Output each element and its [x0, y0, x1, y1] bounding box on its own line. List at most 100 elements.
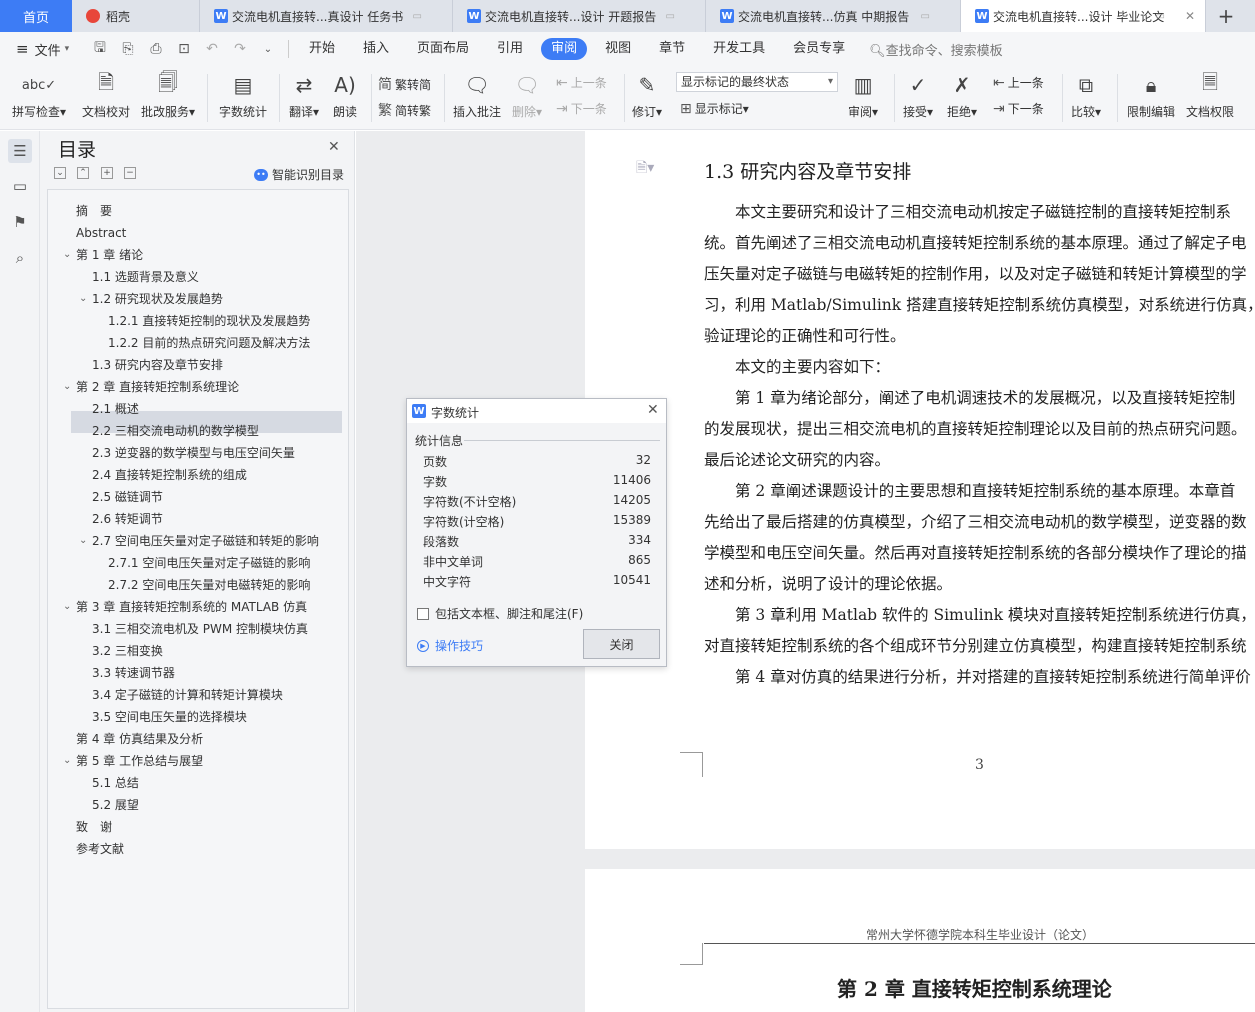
toc-icon[interactable]: ☰	[8, 139, 32, 163]
menu-view[interactable]: 视图	[591, 38, 645, 60]
chevron-down-icon[interactable]: ⌄	[63, 750, 71, 772]
delete-comment-button[interactable]: 🗨 删除▾	[512, 70, 542, 120]
doc-permission-button[interactable]: 🗏 文档权限	[1186, 70, 1234, 120]
restrict-editing-button[interactable]: 🔒︎ 限制编辑	[1127, 70, 1175, 120]
toc-item[interactable]: 1.1 选题背景及意义	[92, 266, 199, 288]
collapse-all-icon[interactable]: ⌃	[77, 167, 89, 179]
review-pane-button[interactable]: ▥ 审阅▾	[848, 70, 878, 120]
compare-button[interactable]: ⧉ 比较▾	[1071, 70, 1101, 120]
menu-references[interactable]: 引用	[483, 38, 537, 60]
doc-check-button[interactable]: 🗎 文档校对	[82, 70, 130, 120]
translate-button[interactable]: ⇄ 翻译▾	[289, 70, 319, 120]
chevron-down-icon[interactable]: ⌄	[79, 288, 87, 310]
file-menu[interactable]: ≡ 文件 ▾	[0, 40, 86, 59]
tab-document-task[interactable]: W 交流电机直接转...真设计 任务书 ▭	[200, 0, 453, 32]
toc-item[interactable]: 2.6 转矩调节	[92, 508, 163, 530]
next-comment-button[interactable]: ⇥ 下一条	[556, 100, 607, 117]
print-preview-icon[interactable]: ⊡	[175, 40, 193, 58]
next-change-button[interactable]: ⇥ 下一条	[993, 100, 1044, 117]
undo-icon[interactable]: ↶	[203, 40, 221, 58]
toc-item[interactable]: 3.3 转速调节器	[92, 662, 175, 684]
toc-item[interactable]: 3.1 三相交流电机及 PWM 控制模块仿真	[92, 618, 308, 640]
menu-chapter[interactable]: 章节	[645, 38, 699, 60]
toc-item[interactable]: 5.1 总结	[92, 772, 139, 794]
menu-developer[interactable]: 开发工具	[699, 38, 779, 60]
chevron-down-icon[interactable]: ⌄	[63, 596, 71, 618]
chevron-down-icon[interactable]: ⌄	[79, 530, 87, 552]
add-tab-button[interactable]: +	[1206, 0, 1246, 32]
menu-review[interactable]: 审阅	[541, 38, 588, 60]
close-icon[interactable]: ✕	[328, 139, 340, 155]
nav-pane-icon[interactable]: ▭	[8, 174, 32, 198]
search-icon[interactable]: ⌕	[8, 246, 32, 270]
toc-item[interactable]: ⌄ 第 3 章 直接转矩控制系统的 MATLAB 仿真	[63, 596, 307, 618]
menu-insert[interactable]: 插入	[349, 38, 403, 60]
toc-item[interactable]: 2.7.2 空间电压矢量对电磁转矩的影响	[108, 574, 310, 596]
toc-item[interactable]: 3.5 空间电压矢量的选择模块	[92, 706, 247, 728]
smart-toc-button[interactable]: •• 智能识别目录	[254, 166, 344, 183]
toc-item[interactable]: 1.2.2 目前的热点研究问题及解决方法	[108, 332, 310, 354]
remove-heading-icon[interactable]: −	[124, 167, 136, 179]
toc-item[interactable]: 3.2 三相变换	[92, 640, 163, 662]
prev-comment-button[interactable]: ⇤ 上一条	[556, 74, 607, 91]
accept-button[interactable]: ✓ 接受▾	[903, 70, 933, 120]
toc-item[interactable]: ⌄ 第 1 章 绪论	[63, 244, 143, 266]
toc-item[interactable]: 1.2.1 直接转矩控制的现状及发展趋势	[108, 310, 310, 332]
command-search[interactable]: 🔍︎查找命令、搜索模板	[869, 40, 1003, 59]
tab-document-thesis[interactable]: W 交流电机直接转...设计 毕业论文 ▭ ✕	[961, 0, 1206, 32]
include-textbox-checkbox[interactable]: 包括文本框、脚注和尾注(F)	[417, 605, 583, 622]
tips-link[interactable]: ▶ 操作技巧	[417, 637, 483, 654]
export-icon[interactable]: ⎘	[119, 40, 137, 58]
toc-item[interactable]: Abstract	[76, 222, 126, 244]
toc-item[interactable]: 致 谢	[76, 816, 112, 838]
tab-home[interactable]: 首页	[0, 0, 72, 32]
toc-item[interactable]: 2.4 直接转矩控制系统的组成	[92, 464, 247, 486]
close-icon[interactable]: ✕	[647, 402, 659, 418]
toc-item[interactable]: ⌄ 2.7 空间电压矢量对定子磁链和转矩的影响	[79, 530, 319, 552]
trad-to-simp-button[interactable]: 简繁转简	[378, 74, 431, 94]
toc-item[interactable]: 3.4 定子磁链的计算和转矩计算模块	[92, 684, 283, 706]
save-icon[interactable]: 🖫	[91, 40, 109, 58]
toc-item[interactable]: 摘 要	[76, 200, 112, 222]
close-tab-icon[interactable]: ✕	[1185, 9, 1195, 23]
prev-change-button[interactable]: ⇤ 上一条	[993, 74, 1044, 91]
toc-item[interactable]: ⌄ 第 5 章 工作总结与展望	[63, 750, 203, 772]
chevron-down-icon[interactable]: ⌄	[63, 376, 71, 398]
toc-item[interactable]: 2.5 磁链调节	[92, 486, 163, 508]
read-aloud-button[interactable]: A) 朗读	[333, 70, 357, 120]
tab-daoke[interactable]: 稻壳	[72, 0, 200, 32]
toc-item[interactable]: 2.7.1 空间电压矢量对定子磁链的影响	[108, 552, 310, 574]
toc-item[interactable]: 1.3 研究内容及章节安排	[92, 354, 223, 376]
toc-item[interactable]: 5.2 展望	[92, 794, 139, 816]
expand-all-icon[interactable]: ⌄	[54, 167, 66, 179]
add-heading-icon[interactable]: +	[101, 167, 113, 179]
bookmark-icon[interactable]: ⚑	[8, 210, 32, 234]
tab-document-midterm[interactable]: W 交流电机直接转...仿真 中期报告 ▭	[706, 0, 961, 32]
toc-item[interactable]: ⌄ 第 2 章 直接转矩控制系统理论	[63, 376, 239, 398]
revise-button[interactable]: ✎ 修订▾	[632, 70, 662, 120]
simp-to-trad-button[interactable]: 繁简转繁	[378, 100, 431, 120]
reject-button[interactable]: ✗ 拒绝▾	[947, 70, 977, 120]
word-count-button[interactable]: ▤ 字数统计	[219, 70, 267, 120]
document-icon[interactable]: 🗎▾	[636, 157, 654, 181]
redo-icon[interactable]: ↷	[231, 40, 249, 58]
print-icon[interactable]: ⎙	[147, 40, 165, 58]
show-markup-button[interactable]: ⊞ 显示标记 ▾	[680, 100, 749, 117]
insert-comment-button[interactable]: 🗨 插入批注	[453, 70, 501, 120]
tab-document-proposal[interactable]: W 交流电机直接转...设计 开题报告 ▭	[453, 0, 706, 32]
markup-state-dropdown[interactable]: 显示标记的最终状态 ▾	[676, 72, 838, 92]
menu-member[interactable]: 会员专享	[779, 38, 859, 60]
toc-item[interactable]: 参考文献	[76, 838, 124, 860]
close-button[interactable]: 关闭	[583, 629, 660, 659]
menu-page-layout[interactable]: 页面布局	[403, 38, 483, 60]
toc-item[interactable]: 2.3 逆变器的数学模型与电压空间矢量	[92, 442, 295, 464]
toc-item[interactable]: 2.1 概述	[92, 398, 139, 420]
customize-icon[interactable]: ⌄	[259, 40, 277, 58]
toc-item[interactable]: ⌄ 1.2 研究现状及发展趋势	[79, 288, 223, 310]
annotate-service-button[interactable]: 🗐 批改服务▾	[141, 70, 195, 120]
toc-item[interactable]: 2.2 三相交流电动机的数学模型	[92, 420, 259, 442]
spellcheck-button[interactable]: abc✓ 拼写检查▾	[12, 70, 66, 120]
menu-start[interactable]: 开始	[295, 38, 349, 60]
chevron-down-icon[interactable]: ⌄	[63, 244, 71, 266]
toc-item[interactable]: 第 4 章 仿真结果及分析	[76, 728, 203, 750]
